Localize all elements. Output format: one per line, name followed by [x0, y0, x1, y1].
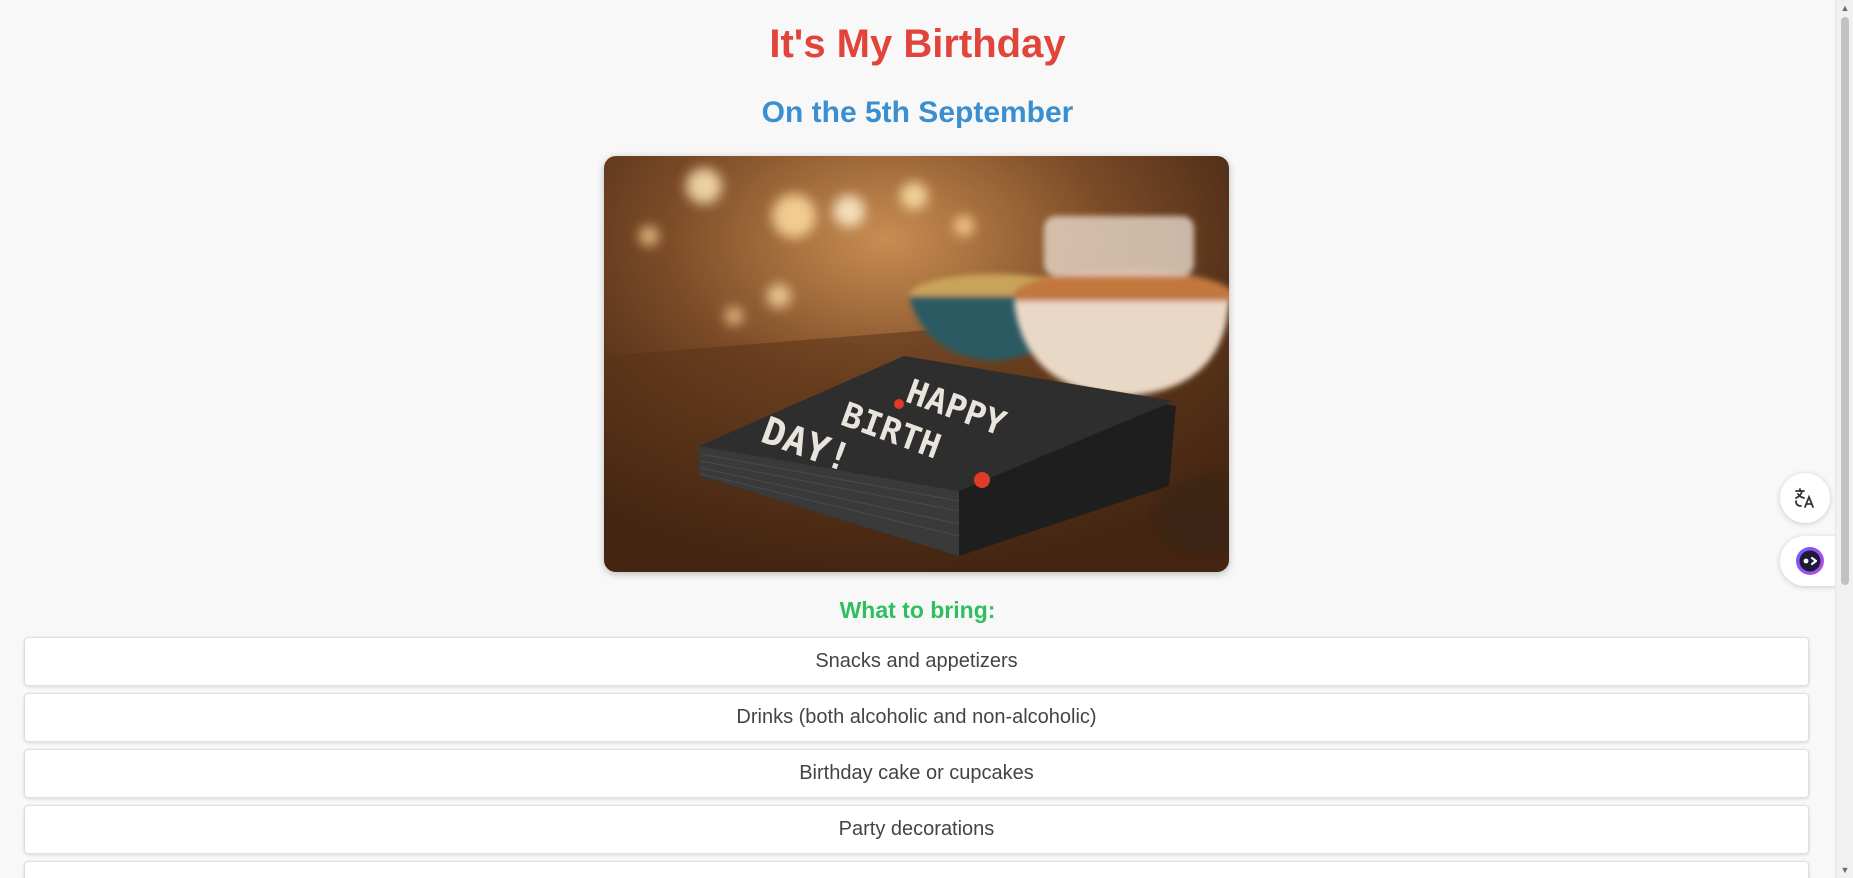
bring-list-item: Birthday cake or cupcakes — [24, 749, 1809, 798]
bring-list-item: Snacks and appetizers — [24, 637, 1809, 686]
what-to-bring-heading: What to bring: — [839, 597, 996, 623]
assistant-icon — [1796, 547, 1824, 575]
arrow-up-icon[interactable]: ▲ — [1836, 0, 1853, 16]
bring-list-item-partial — [24, 861, 1809, 878]
translate-button[interactable] — [1780, 473, 1830, 523]
assistant-button[interactable] — [1780, 536, 1840, 586]
page-title: It's My Birthday — [769, 22, 1066, 66]
translate-icon — [1795, 488, 1814, 508]
birthday-napkin-image: HAPPY BIRTH DAY! — [604, 156, 1229, 572]
bring-list: Snacks and appetizers Drinks (both alcoh… — [24, 637, 1809, 878]
bring-list-item: Drinks (both alcoholic and non-alcoholic… — [24, 693, 1809, 742]
birthday-photo: HAPPY BIRTH DAY! — [604, 156, 1229, 572]
bring-list-item: Party decorations — [24, 805, 1809, 854]
vertical-scrollbar[interactable]: ▲ ▼ — [1835, 0, 1853, 878]
page-subtitle: On the 5th September — [761, 96, 1074, 129]
page: It's My Birthday On the 5th September HA… — [0, 0, 1835, 878]
scrollbar-thumb[interactable] — [1841, 17, 1849, 585]
arrow-down-icon[interactable]: ▼ — [1836, 862, 1853, 878]
